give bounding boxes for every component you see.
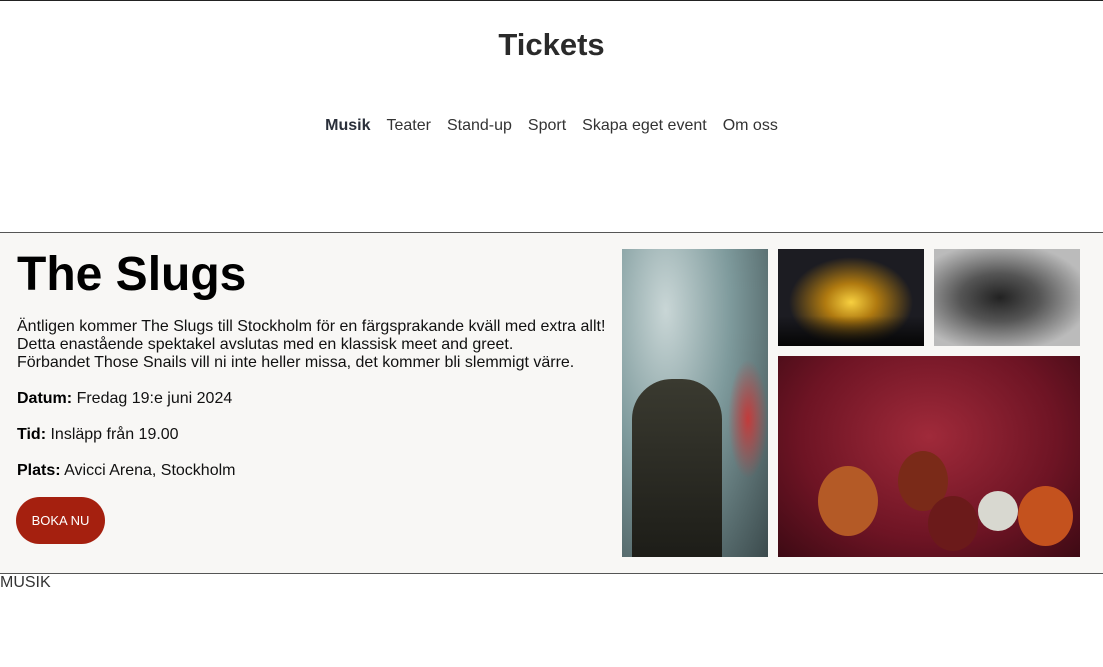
crowd-photo [778, 249, 924, 346]
description-line: Detta enastående spektakel avslutas med … [17, 336, 514, 353]
time-label: Tid: [17, 426, 47, 443]
date-label: Datum: [17, 390, 73, 407]
description-line: Förbandet Those Snails vill ni inte hell… [17, 354, 575, 371]
site-title: Tickets [498, 27, 605, 62]
section-label: MUSIK [0, 574, 51, 591]
description-line: Äntligen kommer The Slugs till Stockholm… [17, 318, 606, 335]
guitarist-photo [934, 249, 1080, 346]
event-hero: The Slugs Äntligen kommer The Slugs till… [0, 232, 1103, 574]
singer-photo [622, 249, 768, 557]
time-value: Insläpp från 19.00 [50, 426, 179, 443]
place-value: Avicci Arena, Stockholm [64, 462, 236, 479]
nav-item-om-oss[interactable]: Om oss [723, 117, 778, 135]
event-title: The Slugs [17, 248, 247, 301]
nav-item-teater[interactable]: Teater [387, 117, 431, 135]
place-label: Plats: [17, 462, 61, 479]
date-value: Fredag 19:e juni 2024 [76, 390, 233, 407]
nav-item-standup[interactable]: Stand-up [447, 117, 512, 135]
nav-item-musik[interactable]: Musik [325, 117, 370, 135]
event-time: Tid: Insläpp från 19.00 [17, 426, 179, 444]
nav-item-skapa-event[interactable]: Skapa eget event [582, 117, 707, 135]
event-description: Äntligen kommer The Slugs till Stockholm… [17, 318, 605, 372]
book-now-button[interactable]: BOKA NU [16, 497, 105, 544]
main-nav: Musik Teater Stand-up Sport Skapa eget e… [0, 117, 1103, 135]
event-place: Plats: Avicci Arena, Stockholm [17, 462, 235, 480]
guitars-neon-photo [778, 356, 1080, 557]
event-date: Datum: Fredag 19:e juni 2024 [17, 390, 232, 408]
nav-item-sport[interactable]: Sport [528, 117, 566, 135]
